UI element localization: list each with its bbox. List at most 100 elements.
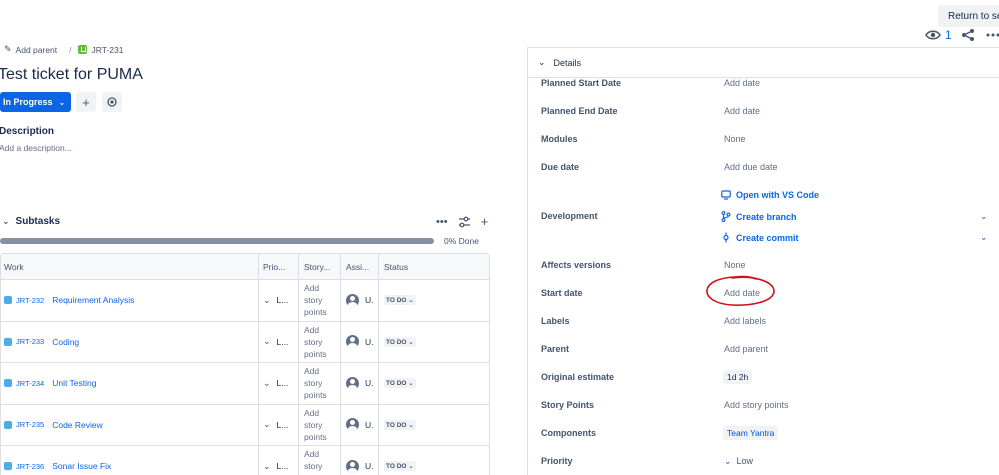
watch-button[interactable]: 1 — [925, 28, 952, 42]
modules-value[interactable]: None — [724, 134, 746, 144]
pencil-icon: ✎ — [4, 44, 12, 54]
priority-text: L... — [276, 336, 289, 347]
page-title[interactable]: Test ticket for PUMA — [0, 66, 143, 84]
story-points-placeholder: Add story points — [304, 366, 327, 401]
subtask-summary-link[interactable]: Sonar Issue Fix — [52, 461, 111, 471]
monitor-icon — [721, 190, 731, 200]
eye-icon — [925, 30, 941, 40]
status-cell: TO DO ⌄ — [379, 405, 489, 446]
avatar — [346, 418, 359, 432]
column-header-assignee[interactable]: Assi... — [341, 254, 379, 279]
story-points-cell[interactable]: Add story points — [299, 280, 341, 321]
breadcrumb-separator: / — [69, 44, 72, 55]
planned-end-value[interactable]: Add date — [724, 106, 760, 116]
add-parent-link[interactable]: Add parent — [16, 45, 58, 55]
chevron-down-icon: ⌄ — [406, 338, 414, 346]
plus-icon: + — [82, 94, 90, 110]
create-branch-link[interactable]: Create branch — [721, 211, 797, 222]
subtask-summary-link[interactable]: Coding — [52, 337, 79, 347]
column-header-status[interactable]: Status — [379, 254, 489, 279]
field-label-affects-versions: Affects versions — [541, 260, 612, 270]
return-to-search-button[interactable]: Return to sea — [938, 5, 999, 27]
add-button[interactable]: + — [76, 92, 96, 112]
priority-cell[interactable]: ⌄ L... — [259, 446, 299, 475]
assignee-text: U. — [365, 295, 374, 306]
avatar — [346, 459, 359, 473]
annotation-circle — [706, 275, 775, 306]
assignee-text: U. — [365, 378, 374, 389]
table-row[interactable]: JRT-234 Unit Testing ⌄ L... Add story points… — [1, 363, 489, 405]
apps-button[interactable] — [102, 92, 122, 112]
subtasks-heading[interactable]: ⌄ Subtasks — [2, 216, 60, 227]
priority-value[interactable]: ⌄ Low — [724, 456, 753, 467]
more-icon[interactable] — [986, 28, 999, 42]
filter-icon[interactable] — [458, 216, 471, 228]
parent-value[interactable]: Add parent — [724, 344, 768, 354]
due-date-value[interactable]: Add due date — [724, 162, 778, 172]
status-lozenge[interactable]: TO DO ⌄ — [384, 378, 416, 389]
assignee-cell[interactable]: U. — [341, 321, 379, 362]
table-row[interactable]: JRT-236 Sonar Issue Fix ⌄ L... Add story poi… — [1, 446, 489, 475]
field-label-story-points: Story Points — [541, 400, 595, 410]
status-lozenge[interactable]: TO DO ⌄ — [384, 295, 416, 306]
table-row[interactable]: JRT-235 Code Review ⌄ L... Add story points U… — [1, 404, 489, 446]
subtask-summary-link[interactable]: Unit Testing — [52, 378, 96, 388]
subtask-key-link[interactable]: JRT-233 — [16, 337, 44, 346]
subtask-key-link[interactable]: JRT-234 — [16, 379, 44, 388]
table-row[interactable]: JRT-232 Requirement Analysis ⌄ L... Add stor… — [1, 280, 489, 322]
status-button[interactable]: In Progress ⌄ — [0, 92, 71, 112]
assignee-cell[interactable]: U. — [341, 404, 379, 445]
subtask-summary-link[interactable]: Code Review — [52, 420, 103, 430]
subtask-summary-link[interactable]: Requirement Analysis — [52, 295, 134, 305]
priority-label: Low — [736, 456, 754, 466]
labels-value[interactable]: Add labels — [724, 316, 766, 326]
field-label-parent: Parent — [541, 344, 570, 354]
table-row[interactable]: JRT-233 Coding ⌄ L... Add story points U. TO D… — [1, 321, 489, 363]
subtask-key-link[interactable]: JRT-232 — [16, 296, 44, 305]
affects-versions-value[interactable]: None — [724, 260, 746, 270]
status-lozenge[interactable]: TO DO ⌄ — [384, 419, 416, 430]
open-vscode-link[interactable]: Open with VS Code — [721, 190, 819, 200]
assignee-cell[interactable]: U. — [341, 280, 379, 321]
column-header-story-points[interactable]: Story... — [299, 254, 341, 279]
create-commit-label: Create commit — [736, 232, 799, 243]
chevron-down-icon: ⌄ — [406, 463, 414, 471]
field-label-priority: Priority — [541, 456, 573, 466]
story-points-value[interactable]: Add story points — [724, 400, 789, 410]
priority-cell[interactable]: ⌄ L... — [259, 280, 299, 321]
priority-cell[interactable]: ⌄ L... — [259, 363, 299, 404]
priority-cell[interactable]: ⌄ L... — [259, 321, 299, 362]
subtask-key-link[interactable]: JRT-235 — [16, 420, 44, 429]
share-icon[interactable] — [961, 28, 975, 42]
status-cell: TO DO ⌄ — [379, 446, 489, 475]
details-header[interactable]: ⌄ Details — [528, 48, 999, 78]
column-header-work[interactable]: Work — [1, 254, 259, 279]
status-text: TO DO — [386, 380, 407, 388]
assignee-cell[interactable]: U. — [341, 363, 379, 404]
create-commit-link[interactable]: Create commit — [721, 232, 799, 243]
story-points-cell[interactable]: Add story points — [299, 321, 341, 362]
story-points-cell[interactable]: Add story points — [299, 446, 341, 475]
plus-icon[interactable]: + — [481, 214, 489, 229]
issue-key-link[interactable]: JRT-231 — [92, 45, 124, 55]
status-lozenge[interactable]: TO DO ⌄ — [384, 461, 416, 472]
work-cell: JRT-235 Code Review — [1, 404, 259, 445]
original-estimate-value[interactable]: 1d 2h — [723, 370, 753, 384]
field-label-development: Development — [541, 211, 598, 221]
column-header-priority[interactable]: Prio... — [259, 254, 299, 279]
assignee-text: U. — [365, 461, 374, 472]
planned-start-value[interactable]: Add date — [724, 78, 760, 88]
story-points-cell[interactable]: Add story points — [299, 404, 341, 445]
more-icon[interactable]: ••• — [436, 216, 448, 228]
chevron-down-icon[interactable]: ⌄ — [980, 211, 988, 222]
subtask-key-link[interactable]: JRT-236 — [16, 462, 44, 471]
description-field[interactable]: Add a description... — [0, 143, 72, 153]
components-value[interactable]: Team Yantra — [723, 426, 779, 440]
chevron-down-icon[interactable]: ⌄ — [980, 232, 988, 243]
status-lozenge[interactable]: TO DO ⌄ — [384, 336, 416, 347]
assignee-cell[interactable]: U. — [341, 446, 379, 475]
story-points-placeholder: Add story points — [304, 283, 327, 318]
priority-low-icon: ⌄ — [724, 456, 732, 466]
priority-cell[interactable]: ⌄ L... — [259, 404, 299, 445]
story-points-cell[interactable]: Add story points — [299, 363, 341, 404]
